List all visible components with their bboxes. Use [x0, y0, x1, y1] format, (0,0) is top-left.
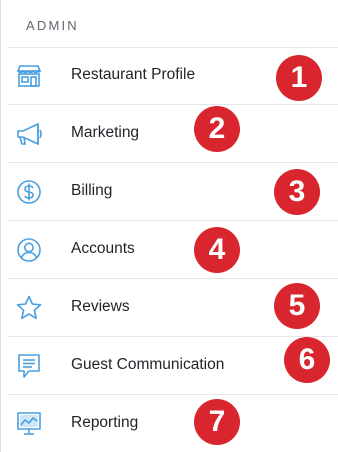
sidebar-item-label: Restaurant Profile [71, 66, 196, 83]
chart-monitor-icon [14, 410, 44, 438]
user-circle-icon [14, 236, 44, 264]
step-badge-1: 1 [276, 55, 322, 101]
sidebar-item-label: Marketing [71, 124, 140, 141]
dollar-circle-icon [14, 178, 44, 206]
sidebar-item-label: Guest Communication [71, 356, 225, 373]
sidebar-item-label: Reviews [71, 298, 130, 315]
sidebar-item-label: Reporting [71, 414, 139, 431]
sidebar-item-label: Accounts [71, 240, 135, 257]
sidebar-item-reporting[interactable]: Reporting [8, 395, 338, 452]
star-icon [14, 294, 44, 322]
sidebar-item-marketing[interactable]: Marketing [8, 105, 338, 163]
step-badge-2: 2 [194, 106, 240, 152]
admin-sidebar: ADMIN Restaurant Profile Marketing Billi… [0, 0, 338, 452]
storefront-icon [14, 62, 44, 90]
step-badge-6: 6 [284, 337, 330, 383]
chat-bubble-icon [14, 352, 44, 380]
sidebar-border [0, 0, 1, 452]
step-badge-4: 4 [194, 227, 240, 273]
sidebar-item-accounts[interactable]: Accounts [8, 221, 338, 279]
sidebar-item-label: Billing [71, 182, 113, 199]
step-badge-5: 5 [274, 283, 320, 329]
megaphone-icon [14, 120, 44, 148]
section-header: ADMIN [26, 18, 79, 33]
step-badge-3: 3 [274, 169, 320, 215]
step-badge-7: 7 [194, 399, 240, 445]
